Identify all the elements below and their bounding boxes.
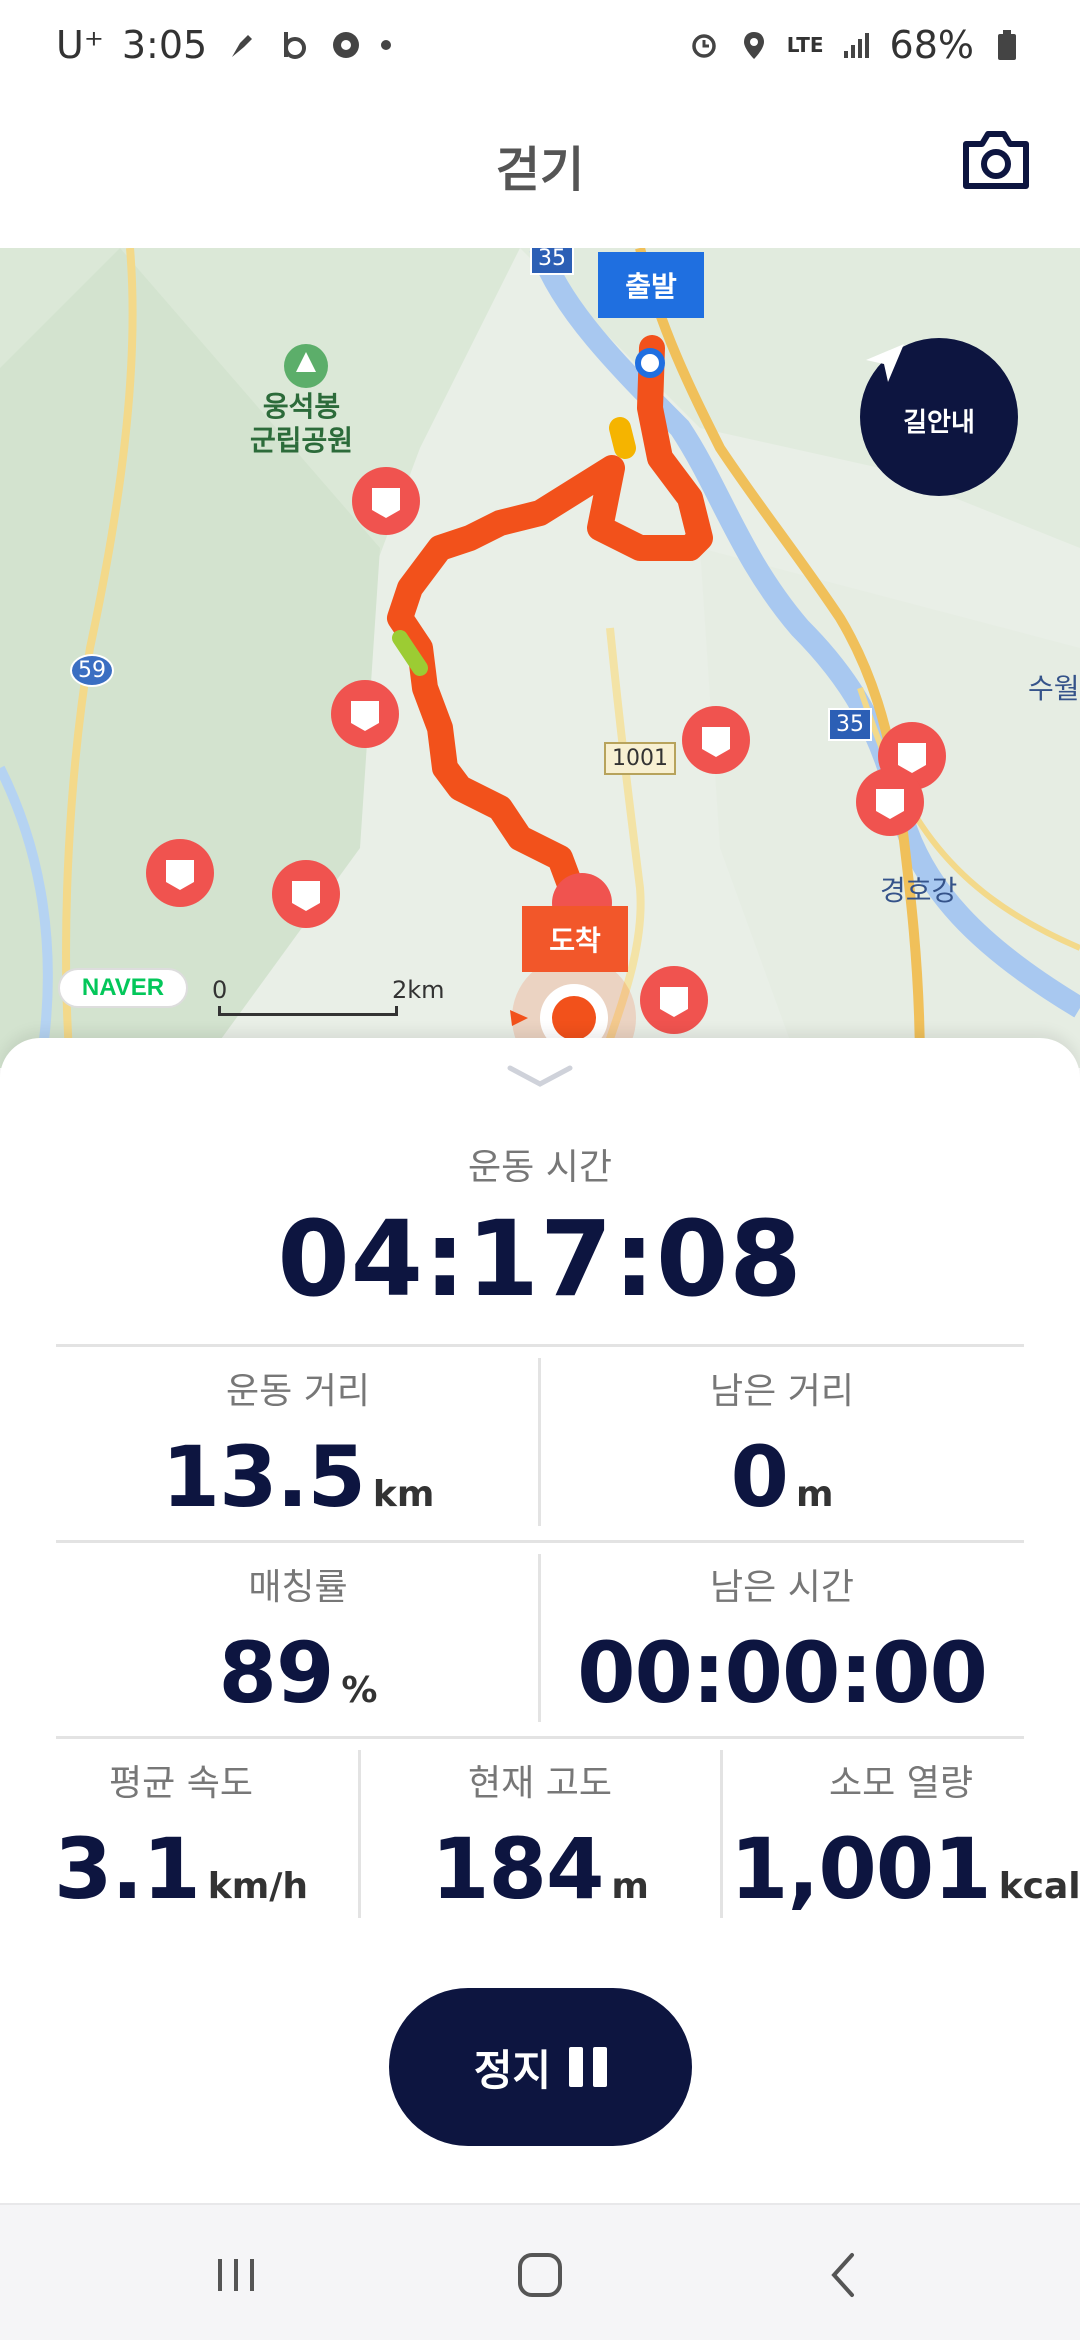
- calories-unit: kcal: [998, 1866, 1080, 1907]
- river-label: 경호강: [880, 874, 958, 907]
- alarm-icon: [687, 28, 721, 62]
- distance-stat: 운동 거리 13.5 km: [56, 1362, 540, 1526]
- altitude-value: 184: [431, 1820, 604, 1918]
- stop-button[interactable]: 정지: [389, 1988, 692, 2146]
- route-map[interactable]: 출발 도착 웅석봉 군립공원 경호강 수월 59 35 35 1001 길안내 …: [0, 248, 1080, 1068]
- matching-label: 매칭률: [248, 1567, 348, 1608]
- matching-unit: %: [341, 1670, 378, 1711]
- recent-apps-icon[interactable]: [204, 2243, 268, 2307]
- place-edge-label: 수월: [1028, 672, 1080, 705]
- distance-value: 13.5: [161, 1428, 366, 1526]
- app-header: 걷기: [0, 100, 1080, 230]
- home-icon[interactable]: [508, 2243, 572, 2307]
- divider: [56, 1736, 1024, 1739]
- remaining-time-value: 00:00:00: [577, 1624, 988, 1722]
- stop-button-label: 정지: [473, 2045, 552, 2095]
- divider: [56, 1344, 1024, 1347]
- distance-unit: km: [372, 1474, 435, 1515]
- avg-speed-stat: 평균 속도 3.1 km/h: [16, 1754, 346, 1918]
- network-label: LTE: [786, 33, 824, 57]
- avg-speed-value: 3.1: [53, 1820, 201, 1918]
- back-icon[interactable]: [812, 2243, 876, 2307]
- scale-end-label: 2km: [392, 976, 445, 1004]
- exercise-time-label: 운동 시간: [468, 1147, 612, 1188]
- remaining-distance-value: 0: [730, 1428, 789, 1526]
- chevron-down-icon[interactable]: [504, 1062, 576, 1090]
- altitude-unit: m: [611, 1866, 649, 1907]
- distance-label: 운동 거리: [226, 1371, 370, 1412]
- divider: [56, 1540, 1024, 1543]
- guide-button-label: 길안내: [903, 407, 975, 438]
- matching-value: 89: [218, 1624, 335, 1722]
- scale-start-label: 0: [212, 976, 228, 1004]
- divider: [720, 1750, 723, 1918]
- camera-icon: [963, 131, 1029, 189]
- carrier-label: U⁺: [56, 23, 104, 67]
- avg-speed-unit: km/h: [207, 1866, 309, 1907]
- divider: [358, 1750, 361, 1918]
- chrome-icon: [329, 28, 363, 62]
- remaining-time-stat: 남은 시간 00:00:00: [540, 1558, 1024, 1722]
- start-flag: 출발: [598, 252, 704, 318]
- clock: 3:05: [121, 23, 208, 67]
- scale-bar: [218, 1006, 398, 1016]
- location-icon: [737, 28, 771, 62]
- b-app-icon: [277, 28, 311, 62]
- road-35-badge-top: 35: [530, 248, 574, 275]
- system-nav-bar: [0, 2203, 1080, 2340]
- remaining-distance-label: 남은 거리: [710, 1371, 854, 1412]
- page-title: 걷기: [495, 142, 585, 198]
- remaining-distance-unit: m: [795, 1474, 834, 1515]
- status-bar: U⁺ 3:05 LTE 68%: [0, 0, 1080, 90]
- more-notifications-dot: [381, 40, 392, 50]
- calories-value: 1,001: [730, 1820, 992, 1918]
- road-35-badge: 35: [828, 708, 872, 741]
- calories-label: 소모 열량: [829, 1763, 973, 1804]
- calories-stat: 소모 열량 1,001 kcal: [730, 1754, 1080, 1918]
- remaining-time-label: 남은 시간: [710, 1567, 854, 1608]
- battery-percent: 68%: [889, 23, 974, 67]
- hiking-app-icon: [225, 28, 259, 62]
- navigation-guide-button[interactable]: 길안내: [860, 338, 1018, 496]
- road-59-badge: 59: [70, 654, 114, 687]
- avg-speed-label: 평균 속도: [109, 1763, 253, 1804]
- camera-button[interactable]: [960, 128, 1032, 192]
- naver-logo: NAVER: [58, 968, 188, 1008]
- exercise-time-value: 04:17:08: [277, 1198, 803, 1320]
- park-label: 웅석봉 군립공원: [250, 390, 354, 457]
- matching-stat: 매칭률 89%: [56, 1558, 540, 1722]
- remaining-distance-stat: 남은 거리 0m: [540, 1362, 1024, 1526]
- navigation-arrow-icon: [866, 344, 904, 382]
- battery-icon: [990, 28, 1024, 62]
- road-1001-badge: 1001: [604, 742, 676, 775]
- altitude-label: 현재 고도: [468, 1763, 612, 1804]
- signal-icon: [840, 28, 874, 62]
- altitude-stat: 현재 고도 184 m: [370, 1754, 710, 1918]
- pause-icon: [569, 2047, 608, 2087]
- end-flag: 도착: [522, 906, 628, 972]
